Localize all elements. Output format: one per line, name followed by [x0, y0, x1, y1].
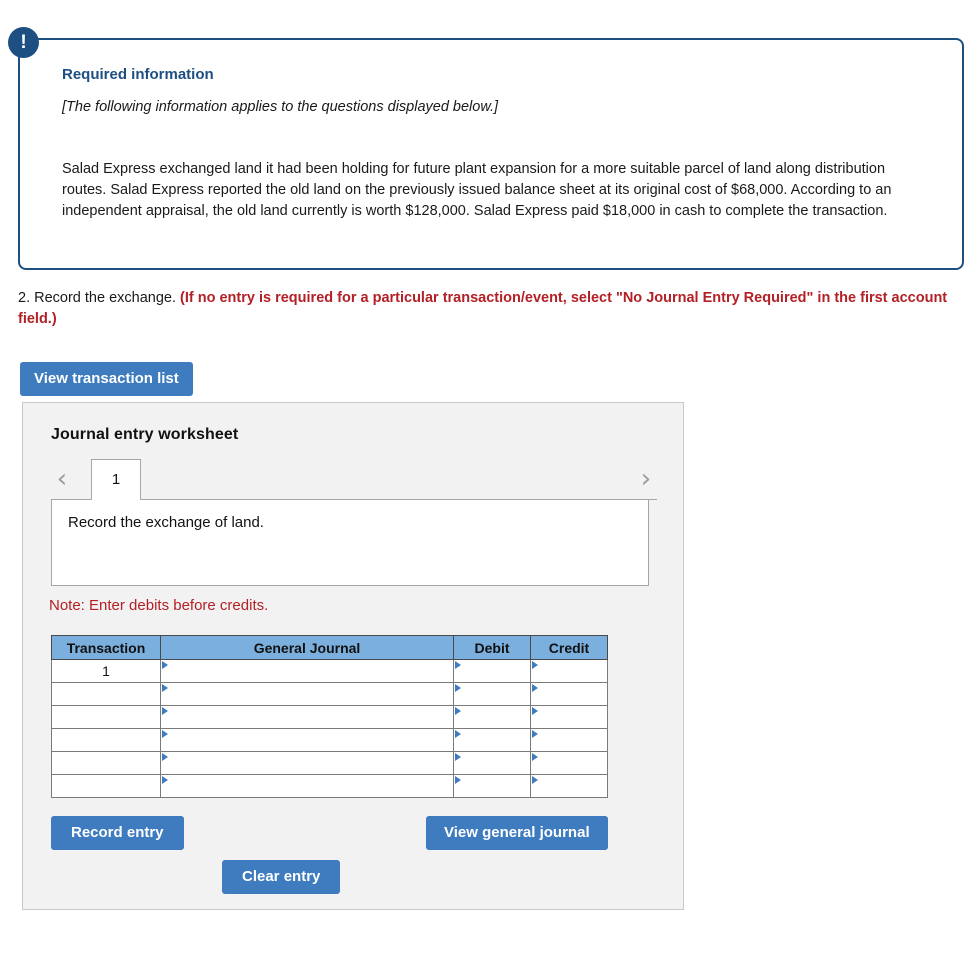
question-label: 2. Record the exchange. [18, 290, 181, 306]
chevron-right-icon[interactable]: › [635, 465, 657, 493]
required-information-box: Required information [The following info… [18, 38, 964, 270]
worksheet-tabs: ‹ › 1 [51, 459, 657, 500]
table-row [51, 728, 608, 752]
table-row [51, 705, 608, 729]
chevron-left-icon[interactable]: ‹ [51, 465, 73, 493]
cell-transaction [51, 774, 161, 798]
journal-entry-worksheet-panel: Journal entry worksheet ‹ › 1 Record the… [22, 402, 684, 910]
record-entry-button[interactable]: Record entry [51, 816, 184, 850]
cell-debit[interactable] [453, 659, 531, 683]
cell-debit[interactable] [453, 728, 531, 752]
cell-credit[interactable] [530, 728, 608, 752]
table-row [51, 774, 608, 798]
cell-credit[interactable] [530, 751, 608, 775]
cell-debit[interactable] [453, 705, 531, 729]
cell-general-journal[interactable] [160, 774, 454, 798]
column-header-credit: Credit [530, 635, 608, 660]
cell-general-journal[interactable] [160, 682, 454, 706]
cell-debit[interactable] [453, 774, 531, 798]
column-header-general-journal: General Journal [160, 635, 454, 660]
required-information-title: Required information [62, 66, 214, 83]
worksheet-prompt-text: Record the exchange of land. [68, 514, 264, 531]
cell-transaction [51, 705, 161, 729]
clear-entry-button[interactable]: Clear entry [222, 860, 341, 894]
table-row: 1 [51, 659, 608, 683]
cell-credit[interactable] [530, 659, 608, 683]
cell-general-journal[interactable] [160, 705, 454, 729]
cell-transaction [51, 728, 161, 752]
column-header-transaction: Transaction [51, 635, 161, 660]
cell-transaction [51, 751, 161, 775]
cell-credit[interactable] [530, 705, 608, 729]
worksheet-prompt: Record the exchange of land. [51, 500, 649, 586]
view-transaction-list-button[interactable]: View transaction list [20, 362, 193, 396]
question-text: 2. Record the exchange. (If no entry is … [18, 288, 963, 329]
cell-debit[interactable] [453, 682, 531, 706]
table-header-row: Transaction General Journal Debit Credit [51, 635, 608, 660]
required-information-subtitle: [The following information applies to th… [62, 99, 499, 115]
required-information-body: Salad Express exchanged land it had been… [62, 161, 892, 220]
table-row [51, 751, 608, 775]
worksheet-tab-1[interactable]: 1 [91, 459, 141, 500]
table-row [51, 682, 608, 706]
cell-credit[interactable] [530, 682, 608, 706]
column-header-debit: Debit [453, 635, 531, 660]
cell-credit[interactable] [530, 774, 608, 798]
cell-general-journal[interactable] [160, 659, 454, 683]
cell-general-journal[interactable] [160, 728, 454, 752]
cell-debit[interactable] [453, 751, 531, 775]
debits-before-credits-note: Note: Enter debits before credits. [49, 597, 269, 614]
cell-general-journal[interactable] [160, 751, 454, 775]
view-general-journal-button[interactable]: View general journal [426, 816, 608, 850]
required-information-callout: ! Required information [The following in… [8, 27, 964, 270]
exclamation-icon: ! [8, 27, 39, 58]
cell-transaction: 1 [51, 659, 161, 683]
journal-entry-table: Transaction General Journal Debit Credit… [51, 635, 608, 798]
worksheet-title: Journal entry worksheet [51, 426, 239, 443]
cell-transaction [51, 682, 161, 706]
